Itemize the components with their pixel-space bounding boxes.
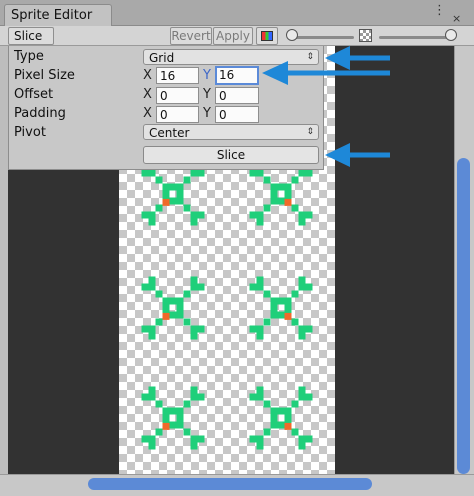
vertical-scrollbar-thumb[interactable] (457, 158, 470, 474)
padding-y-field[interactable]: 0 (215, 106, 259, 123)
type-label: Type (14, 49, 44, 64)
alpha-slider-thumb[interactable] (445, 29, 457, 41)
rgb-channel-icon (261, 31, 273, 41)
offset-y-field[interactable]: 0 (215, 87, 259, 104)
sprite-frame (249, 276, 313, 340)
sprite-frame (141, 386, 205, 450)
pivot-dropdown[interactable]: Center ⇕ (143, 124, 319, 140)
alpha-checker-icon (359, 29, 372, 42)
pixel-size-y-axis: Y (203, 68, 211, 83)
window-tab-sprite-editor[interactable]: Sprite Editor (4, 4, 112, 26)
dropdown-arrow-icon: ⇕ (306, 52, 314, 62)
type-value: Grid (149, 51, 175, 65)
dropdown-arrow-icon: ⇕ (306, 127, 314, 137)
padding-x-axis: X (143, 106, 152, 121)
apply-button[interactable]: Apply (213, 27, 253, 45)
left-frame (0, 46, 8, 474)
sprite-frame (249, 162, 313, 226)
offset-x-axis: X (143, 87, 152, 102)
pixel-size-y-field[interactable]: 16 (215, 66, 259, 85)
alpha-slider-track[interactable] (379, 36, 447, 39)
type-dropdown[interactable]: Grid ⇕ (143, 49, 319, 65)
slice-button[interactable]: Slice (143, 146, 319, 164)
padding-x-field[interactable]: 0 (156, 106, 199, 123)
zoom-slider-thumb[interactable] (286, 29, 298, 41)
slice-mode-dropdown[interactable]: Slice ⇕ (8, 27, 54, 57)
window-close-icon[interactable]: × (452, 12, 461, 25)
padding-label: Padding (14, 106, 66, 121)
padding-y-axis: Y (203, 106, 211, 121)
sprite-frame (141, 276, 205, 340)
window-menu-icon[interactable]: ⋮ (433, 3, 446, 18)
offset-x-field[interactable]: 0 (156, 87, 199, 104)
slice-mode-label: Slice (14, 29, 43, 43)
sprite-frame (249, 386, 313, 450)
pivot-value: Center (149, 126, 190, 140)
revert-button[interactable]: Revert (170, 27, 212, 45)
pixel-size-label: Pixel Size (14, 68, 75, 83)
sprite-frame (141, 162, 205, 226)
offset-y-axis: Y (203, 87, 211, 102)
pixel-size-x-field[interactable]: 16 (156, 67, 199, 84)
zoom-slider-track[interactable] (292, 36, 354, 39)
window-title: Sprite Editor (11, 8, 93, 23)
horizontal-scrollbar-thumb[interactable] (88, 478, 372, 490)
pixel-size-x-axis: X (143, 68, 152, 83)
pivot-label: Pivot (14, 125, 46, 140)
offset-label: Offset (14, 87, 54, 102)
